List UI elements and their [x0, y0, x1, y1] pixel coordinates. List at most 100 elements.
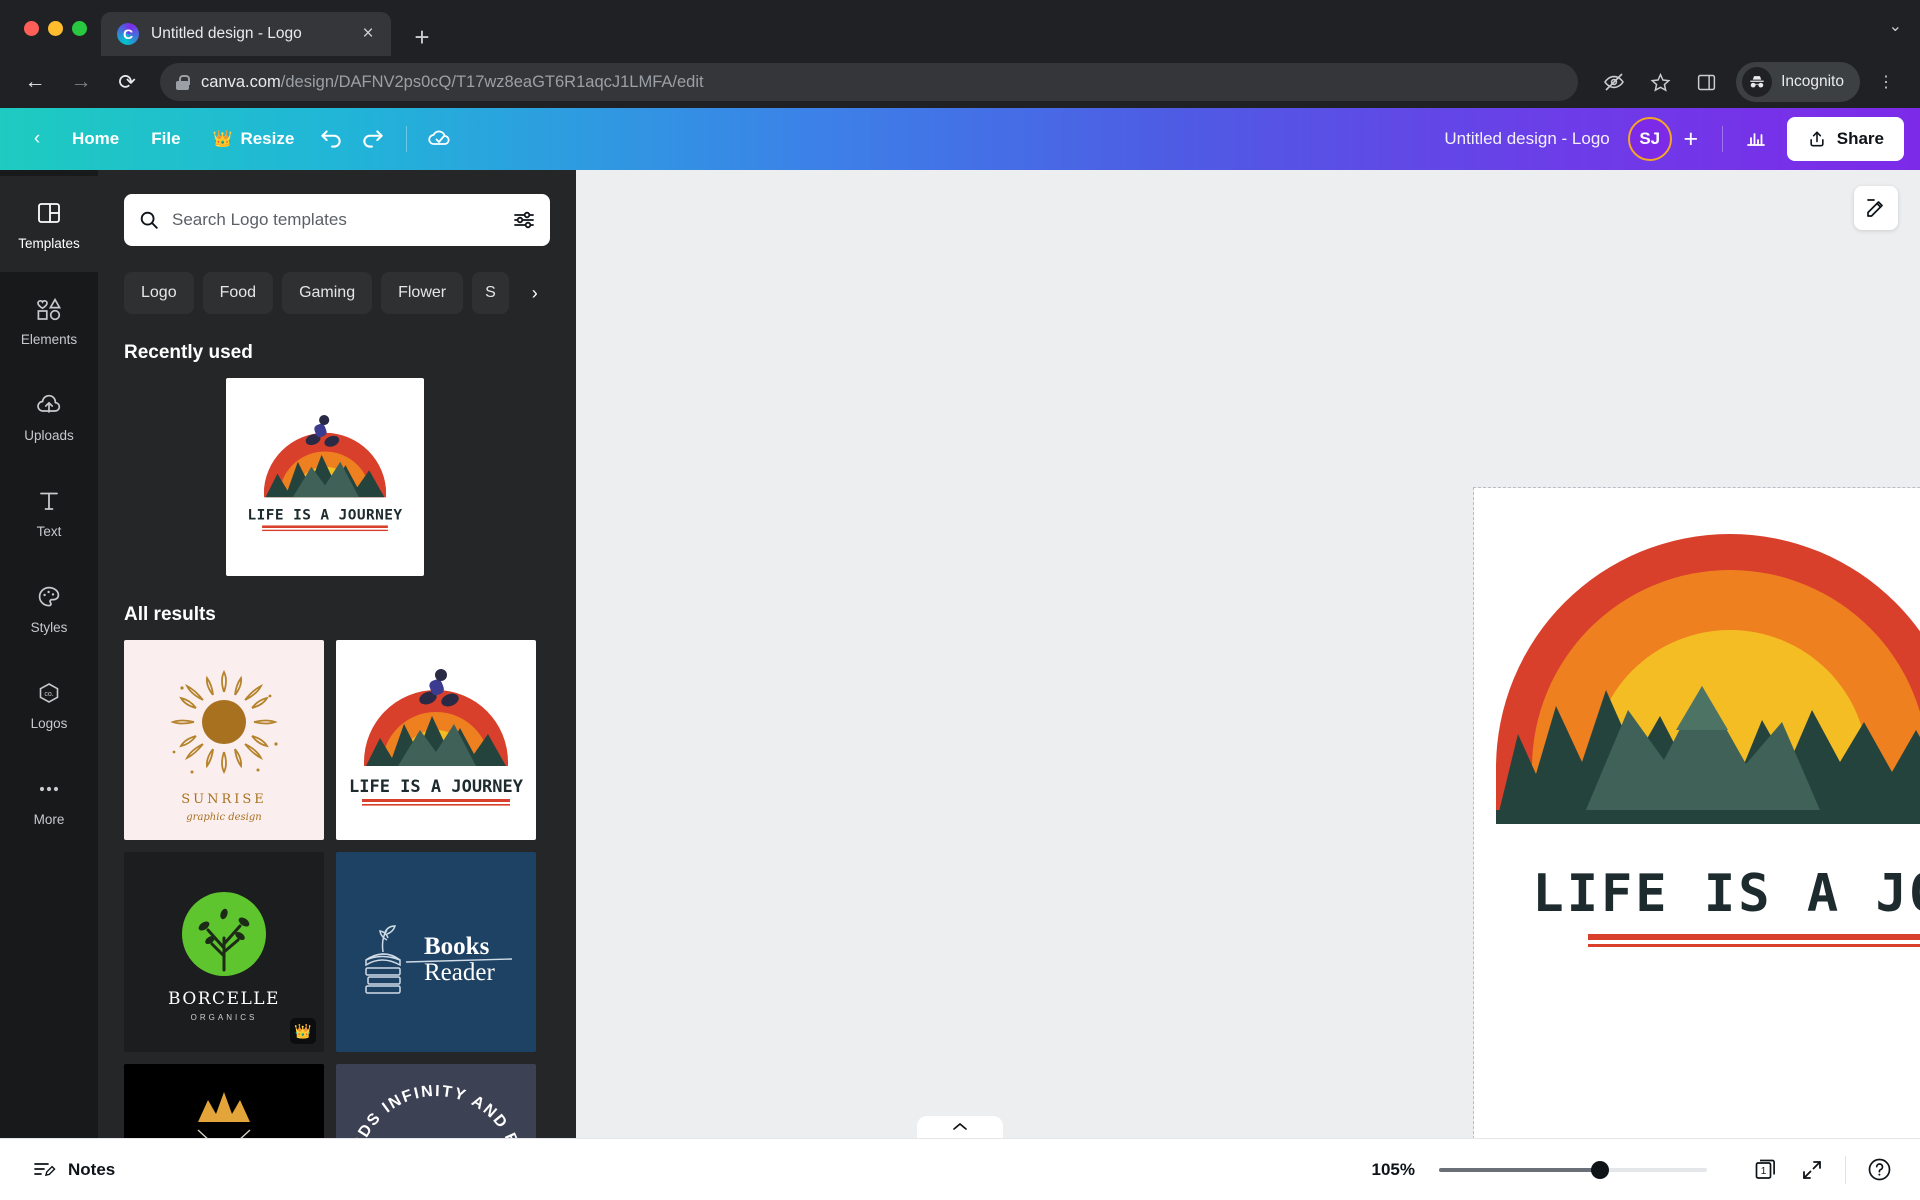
- zoom-level-label: 105%: [1371, 1159, 1415, 1179]
- chip-logo[interactable]: Logo: [124, 272, 194, 314]
- bar-chart-icon[interactable]: [1735, 118, 1777, 160]
- incognito-avatar-icon: [1742, 67, 1773, 97]
- side-panel-icon[interactable]: [1686, 62, 1726, 102]
- tracking-blocked-icon[interactable]: [1594, 62, 1634, 102]
- fullscreen-icon: [1803, 1160, 1821, 1179]
- styles-palette-icon: [35, 581, 63, 613]
- bookmark-star-icon[interactable]: [1640, 62, 1680, 102]
- title-rule-thin: [1588, 944, 1920, 947]
- back-chevron-icon[interactable]: ‹: [18, 120, 56, 158]
- chip-s[interactable]: S: [472, 272, 509, 314]
- sidebar-item-elements[interactable]: Elements: [0, 272, 98, 368]
- close-window-button[interactable]: [24, 20, 39, 36]
- main-area: Templates Elements Uploads Text Styles c…: [0, 170, 1920, 1200]
- chevron-up-icon: [953, 1122, 967, 1130]
- chips-next-chevron-icon[interactable]: ›: [518, 272, 552, 314]
- logo-title-text: LIFE IS A JOURNEY: [1532, 864, 1920, 924]
- text-t-icon: [35, 485, 63, 517]
- zoom-slider[interactable]: [1439, 1160, 1707, 1180]
- edit-pencil-square-icon: [1867, 199, 1883, 217]
- sidebar-item-styles[interactable]: Styles: [0, 560, 98, 656]
- edit-design-button[interactable]: [1854, 186, 1898, 230]
- notes-button[interactable]: Notes: [18, 1150, 129, 1190]
- sidebar-label-uploads: Uploads: [24, 428, 74, 443]
- design-page[interactable]: LIFE IS A JOURNEY: [1473, 487, 1920, 1189]
- template-card-journey[interactable]: LIFE IS A JOURNEY: [336, 640, 536, 840]
- toolbar-divider-2: [1721, 126, 1723, 152]
- more-dots-icon: [35, 773, 63, 805]
- canvas-area: LIFE IS A JOURNEY + Add page Add a comme…: [576, 170, 1920, 1200]
- window-traffic-lights: [18, 0, 101, 56]
- tab-list-chevron-icon[interactable]: ⌄: [1889, 16, 1902, 36]
- resize-button[interactable]: 👑 Resize: [197, 120, 311, 158]
- templates-panel: Search Logo templates Logo Food Gaming F…: [98, 170, 576, 1200]
- sidebar-item-more[interactable]: More: [0, 752, 98, 848]
- browser-chrome: C Untitled design - Logo × + ⌄ ← → ⟳ can…: [0, 0, 1920, 108]
- forward-arrow-icon[interactable]: →: [60, 61, 102, 103]
- forest-mountains: [1496, 686, 1920, 824]
- tab-title: Untitled design - Logo: [151, 25, 302, 42]
- back-arrow-icon[interactable]: ←: [14, 61, 56, 103]
- filter-sliders-icon[interactable]: [512, 209, 536, 231]
- search-input[interactable]: Search Logo templates: [124, 194, 550, 246]
- home-button[interactable]: Home: [56, 120, 135, 158]
- fullscreen-button[interactable]: [1789, 1147, 1835, 1193]
- reload-icon[interactable]: ⟳: [106, 61, 148, 103]
- incognito-profile-button[interactable]: Incognito: [1736, 62, 1860, 102]
- design-title[interactable]: Untitled design - Logo: [1444, 129, 1609, 149]
- template-card-books-reader[interactable]: Books Reader: [336, 852, 536, 1052]
- template-card-borcelle[interactable]: BORCELLE ORGANICS 👑: [124, 852, 324, 1052]
- share-button[interactable]: Share: [1786, 117, 1904, 161]
- browser-omnibar: ← → ⟳ canva.com/design/DAFNV2ps0cQ/T17wz…: [0, 56, 1920, 108]
- all-results-title: All results: [124, 604, 216, 625]
- resize-label: Resize: [240, 129, 295, 148]
- search-row: Search Logo templates: [98, 194, 576, 246]
- logo-artwork: [1474, 524, 1920, 854]
- chip-food[interactable]: Food: [202, 272, 274, 314]
- sidebar-label-text: Text: [36, 524, 62, 539]
- help-question-icon: [1868, 1158, 1890, 1181]
- sidebar-item-logos[interactable]: co. Logos: [0, 656, 98, 752]
- cloud-saved-icon[interactable]: [419, 118, 461, 160]
- sunrise-logo-icon: SUNRISE graphic design: [170, 669, 278, 823]
- search-placeholder: Search Logo templates: [172, 210, 347, 229]
- template-results-grid: SUNRISE graphic design LIFE IS A JOURNEY…: [98, 640, 576, 1200]
- sidebar-label-logos: Logos: [30, 716, 68, 731]
- collapse-panel-button[interactable]: ‹: [574, 650, 576, 720]
- user-avatar[interactable]: SJ: [1627, 117, 1672, 161]
- page-manager-button[interactable]: 1: [1743, 1147, 1789, 1193]
- canva-top-toolbar: ‹ Home File 👑 Resize Untitled design - L…: [0, 108, 1920, 170]
- collapse-timeline-button[interactable]: [917, 1116, 1003, 1138]
- file-menu-button[interactable]: File: [135, 120, 196, 158]
- template-card-sunrise[interactable]: SUNRISE graphic design: [124, 640, 324, 840]
- kebab-menu-icon[interactable]: ⋮: [1866, 62, 1906, 102]
- sidebar-item-text[interactable]: Text: [0, 464, 98, 560]
- logo-title-block[interactable]: LIFE IS A JOURNEY: [1474, 868, 1920, 947]
- sidebar-item-uploads[interactable]: Uploads: [0, 368, 98, 464]
- redo-icon[interactable]: [352, 118, 394, 160]
- new-tab-button[interactable]: +: [403, 18, 441, 56]
- chip-flower[interactable]: Flower: [381, 272, 464, 314]
- minimize-window-button[interactable]: [48, 20, 63, 36]
- thumb-caption: LIFE IS A JOURNEY: [248, 508, 403, 524]
- undo-icon[interactable]: [310, 118, 352, 160]
- sidebar-label-styles: Styles: [30, 620, 68, 635]
- recently-used-title: Recently used: [124, 342, 253, 363]
- journey-title: LIFE IS A JOURNEY: [349, 777, 524, 797]
- toolbar-divider: [406, 126, 408, 152]
- close-tab-icon[interactable]: ×: [355, 21, 381, 47]
- add-collaborator-button[interactable]: +: [1672, 118, 1710, 160]
- help-button[interactable]: [1856, 1147, 1902, 1193]
- sidebar-item-templates[interactable]: Templates: [0, 176, 98, 272]
- maximize-window-button[interactable]: [72, 20, 87, 36]
- recent-template-card[interactable]: LIFE IS A JOURNEY: [226, 378, 424, 576]
- filter-chips: Logo Food Gaming Flower S ›: [98, 246, 576, 314]
- templates-icon: [35, 197, 63, 229]
- browser-tabstrip: C Untitled design - Logo × + ⌄: [0, 0, 1920, 56]
- chip-gaming[interactable]: Gaming: [282, 272, 373, 314]
- zoom-slider-knob[interactable]: [1591, 1160, 1609, 1179]
- notes-label: Notes: [68, 1159, 116, 1179]
- life-is-a-journey-logo-icon: LIFE IS A JOURNEY: [349, 669, 524, 806]
- url-input[interactable]: canva.com/design/DAFNV2ps0cQ/T17wz8eaGT6…: [160, 63, 1579, 101]
- browser-tab[interactable]: C Untitled design - Logo ×: [101, 12, 391, 56]
